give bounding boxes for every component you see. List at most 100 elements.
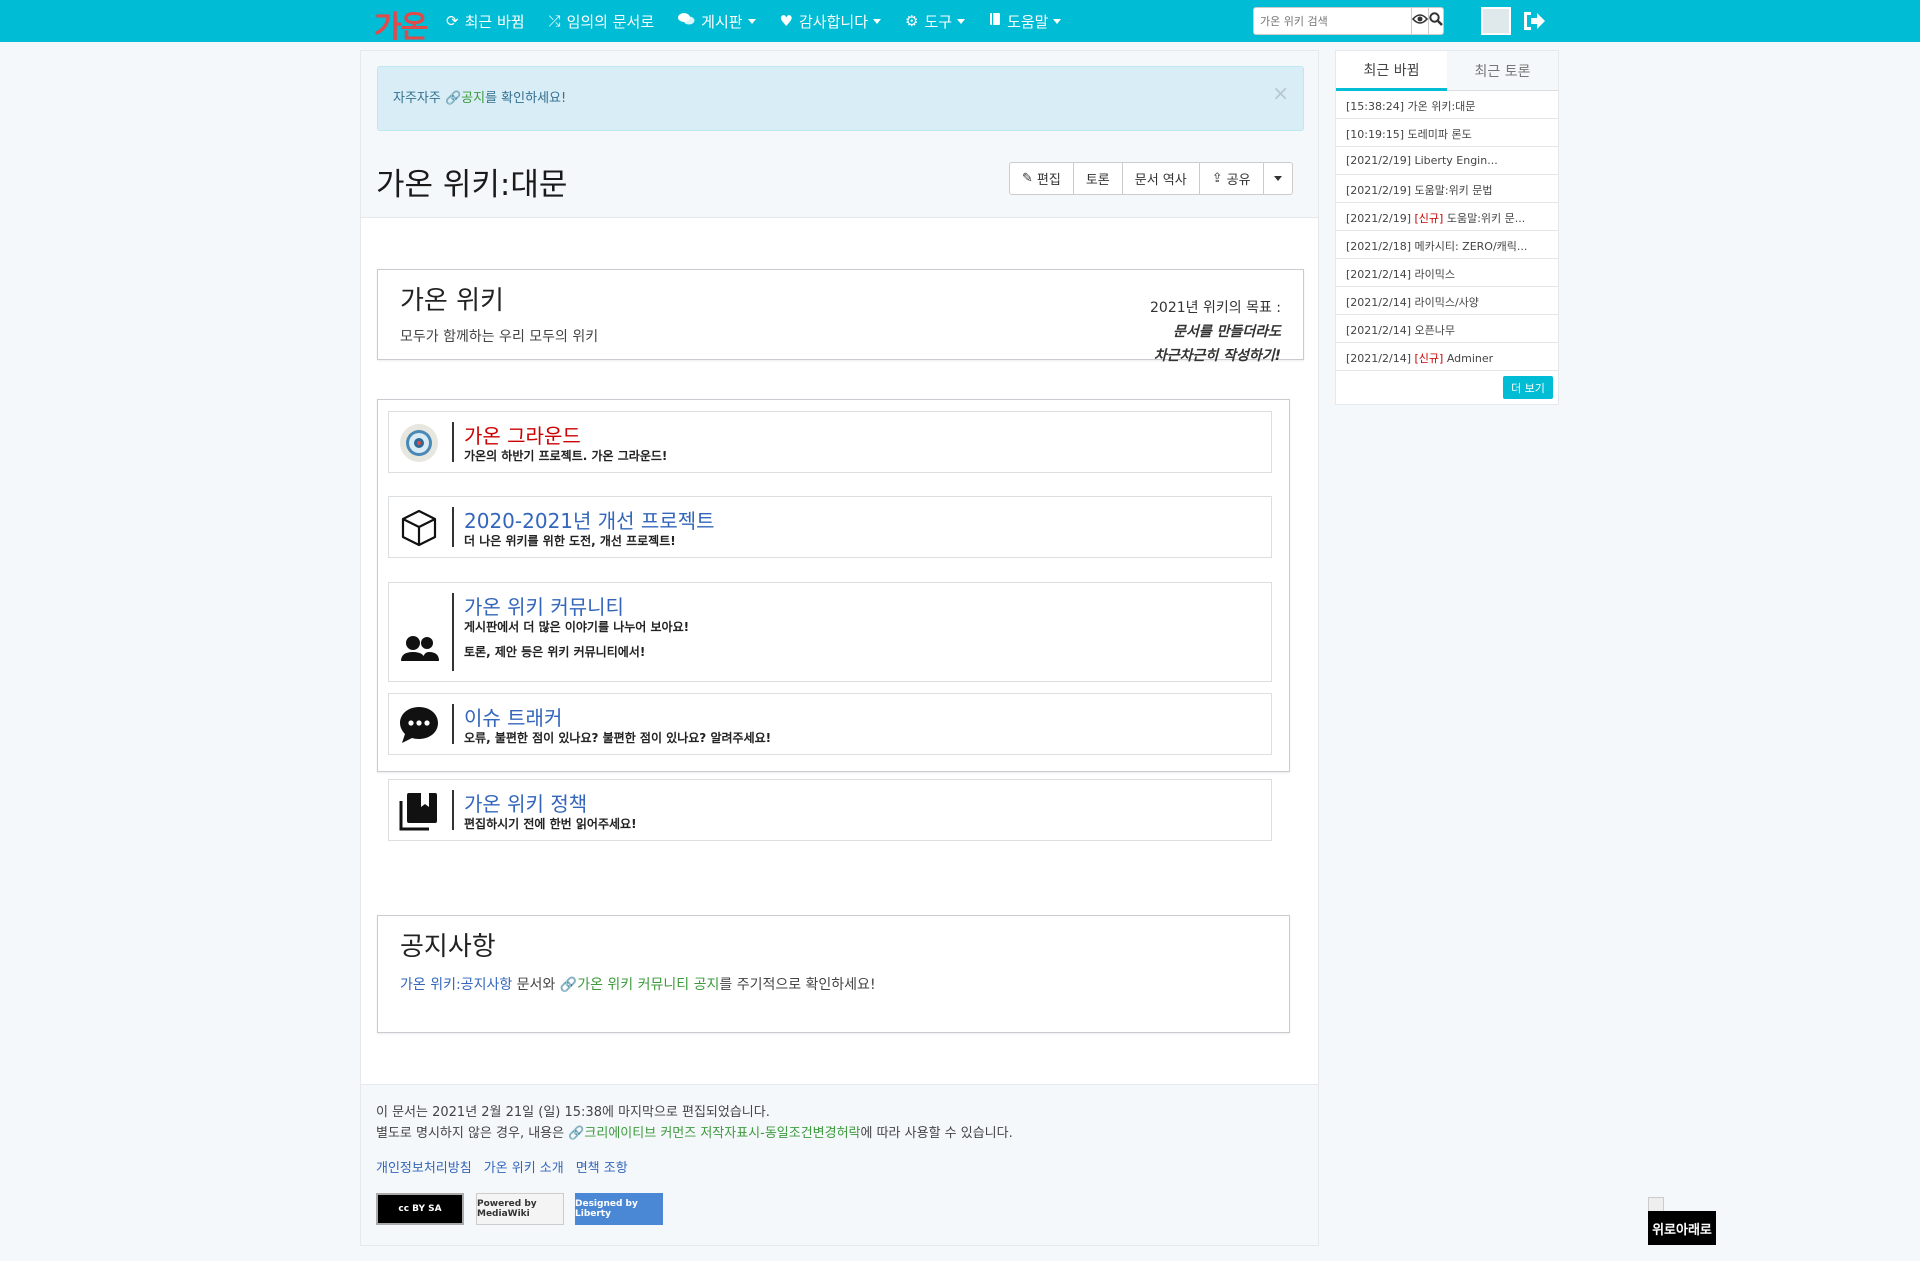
card-divider bbox=[452, 507, 454, 547]
nav-label: 최근 바뀜 bbox=[464, 12, 525, 31]
privacy-link[interactable]: 개인정보처리방침 bbox=[376, 1157, 472, 1176]
card-description: 오류, 불편한 점이 있나요? 불편한 점이 있나요? 알려주세요! bbox=[464, 731, 772, 745]
change-time: [2021/2/14] bbox=[1346, 324, 1411, 337]
change-title[interactable]: 메카시티: ZERO/캐릭... bbox=[1415, 240, 1528, 253]
change-time: [10:19:15] bbox=[1346, 128, 1404, 141]
community-notice-link[interactable]: 가온 위키 커뮤니티 공지 bbox=[577, 977, 719, 993]
portal-card[interactable]: 가온 그라운드 가온의 하반기 프로젝트. 가온 그라운드! bbox=[388, 411, 1272, 473]
license-prefix: 별도로 명시하지 않은 경우, 내용은 bbox=[376, 1126, 569, 1141]
list-item[interactable]: [15:38:24] 가온 위키:대문 bbox=[1336, 91, 1558, 119]
nav-recent-changes[interactable]: ⟳ 최근 바뀜 bbox=[446, 11, 525, 32]
wiki-title: 가온 위키 bbox=[400, 286, 504, 316]
page-title: 가온 위키:대문 bbox=[376, 167, 568, 203]
notice-link[interactable]: 공지 bbox=[461, 91, 485, 106]
nav-board[interactable]: 게시판 bbox=[678, 11, 756, 32]
new-badge: [신규] bbox=[1414, 352, 1444, 365]
license-link[interactable]: 크리에이티브 커먼즈 저작자표시-동일조건변경허락 bbox=[584, 1126, 860, 1141]
nav-thanks[interactable]: ♥ 감사합니다 bbox=[779, 11, 882, 32]
go-button[interactable] bbox=[1411, 7, 1429, 35]
tab-recent-changes[interactable]: 최근 바뀜 bbox=[1336, 51, 1447, 91]
button-label: 문서 역사 bbox=[1134, 173, 1187, 188]
site-logo[interactable]: 가온 bbox=[374, 2, 428, 46]
list-item[interactable]: [2021/2/14] [신규] Adminer bbox=[1336, 343, 1558, 371]
card-divider bbox=[452, 593, 454, 671]
notice-paragraph: 가온 위키:공지사항 문서와 🔗가온 위키 커뮤니티 공지를 주기적으로 확인하… bbox=[400, 974, 876, 994]
page-footer: 이 문서는 2021년 2월 21일 (일) 15:38에 마지막으로 편집되었… bbox=[361, 1084, 1318, 1245]
scroll-top-bottom-button[interactable]: 위로아래로 bbox=[1648, 1211, 1716, 1245]
user-avatar[interactable] bbox=[1481, 7, 1511, 35]
change-title[interactable]: 라이믹스/사양 bbox=[1415, 296, 1479, 309]
share-button[interactable]: ⇪ 공유 bbox=[1200, 163, 1264, 194]
nav-tools[interactable]: ⚙ 도구 bbox=[905, 11, 966, 32]
notice-box: 공지사항 가온 위키:공지사항 문서와 🔗가온 위키 커뮤니티 공지를 주기적으… bbox=[377, 915, 1290, 1033]
change-time: [2021/2/18] bbox=[1346, 240, 1411, 253]
change-title[interactable]: 도움말:위키 문법 bbox=[1415, 184, 1493, 197]
link-icon: 🔗 bbox=[568, 1126, 585, 1141]
change-title[interactable]: 라이믹스 bbox=[1415, 268, 1455, 281]
button-label: 편집 bbox=[1036, 173, 1061, 188]
footer-links: 개인정보처리방침 가온 위키 소개 면책 조항 bbox=[376, 1157, 640, 1176]
discussion-button[interactable]: 토론 bbox=[1074, 163, 1123, 194]
book-icon bbox=[989, 12, 1001, 30]
list-item[interactable]: [2021/2/19] [신규] 도움말:위키 문... bbox=[1336, 203, 1558, 231]
change-title[interactable]: Liberty Engin... bbox=[1415, 154, 1498, 167]
login-icon[interactable] bbox=[1522, 10, 1546, 36]
portal-card[interactable]: 가온 위키 커뮤니티 게시판에서 더 많은 이야기를 나누어 보아요! 토론, … bbox=[388, 582, 1272, 682]
edit-button[interactable]: ✎ 편집 bbox=[1010, 163, 1074, 194]
nav-random-page[interactable]: ⤮ 임의의 문서로 bbox=[549, 11, 655, 32]
change-time: [2021/2/14] bbox=[1346, 268, 1411, 281]
change-title[interactable]: 가온 위키:대문 bbox=[1408, 100, 1476, 113]
notice-text: 문서와 bbox=[512, 977, 560, 993]
nav-label: 도구 bbox=[924, 12, 953, 31]
badge-label: cc BY SA bbox=[398, 1204, 442, 1214]
goal-label: 2021년 위키의 목표 : bbox=[1150, 300, 1281, 316]
edit-icon: ✎ bbox=[1022, 171, 1033, 186]
list-item[interactable]: [2021/2/14] 라이믹스 bbox=[1336, 259, 1558, 287]
history-button[interactable]: 문서 역사 bbox=[1123, 163, 1200, 194]
disclaimer-link[interactable]: 면책 조항 bbox=[576, 1157, 628, 1176]
list-item[interactable]: [2021/2/18] 메카시티: ZERO/캐릭... bbox=[1336, 231, 1558, 259]
chevron-down-icon bbox=[1273, 176, 1282, 181]
list-item[interactable]: [2021/2/19] 도움말:위키 문법 bbox=[1336, 175, 1558, 203]
tab-recent-discussions[interactable]: 최근 토론 bbox=[1447, 51, 1558, 91]
chevron-down-icon bbox=[873, 18, 882, 24]
article-container: 자주자주 🔗공지를 확인하세요! × 가온 위키:대문 ✎ 편집 토론 문서 역… bbox=[360, 50, 1319, 1246]
goal-line: 문서를 만들더라도 bbox=[1173, 324, 1281, 340]
bookmark-books-icon bbox=[399, 791, 439, 831]
more-button[interactable]: 더 보기 bbox=[1503, 376, 1553, 399]
heart-icon: ♥ bbox=[779, 12, 793, 30]
change-time: [2021/2/19] bbox=[1346, 184, 1411, 197]
site-notice: 자주자주 🔗공지를 확인하세요! × bbox=[377, 66, 1304, 131]
change-title[interactable]: 도레미파 론도 bbox=[1408, 128, 1472, 141]
list-item[interactable]: [2021/2/14] 라이믹스/사양 bbox=[1336, 287, 1558, 315]
portal-card[interactable]: 가온 위키 정책 편집하시기 전에 한번 읽어주세요! bbox=[388, 779, 1272, 841]
link-icon: 🔗 bbox=[444, 91, 462, 106]
change-title[interactable]: 도움말:위키 문... bbox=[1447, 212, 1525, 225]
search-button[interactable] bbox=[1429, 7, 1444, 35]
badge-label: Designed by Liberty bbox=[575, 1199, 638, 1219]
more-actions-button[interactable] bbox=[1264, 163, 1292, 194]
nav-help[interactable]: 도움말 bbox=[989, 11, 1062, 32]
badge-label: Powered by MediaWiki bbox=[477, 1199, 537, 1219]
notice-page-link[interactable]: 가온 위키:공지사항 bbox=[400, 977, 512, 993]
chat-bubble-icon bbox=[399, 705, 439, 745]
list-item[interactable]: [2021/2/19] Liberty Engin... bbox=[1336, 147, 1558, 175]
search-input[interactable] bbox=[1253, 7, 1412, 35]
list-item[interactable]: [10:19:15] 도레미파 론도 bbox=[1336, 119, 1558, 147]
top-navbar: 가온 ⟳ 최근 바뀜 ⤮ 임의의 문서로 게시판 ♥ 감사합니다 ⚙ 도구 도움… bbox=[0, 0, 1920, 45]
portal-card[interactable]: 2020-2021년 개선 프로젝트 더 나은 위키를 위한 도전, 개선 프로… bbox=[388, 496, 1272, 558]
mediawiki-badge[interactable]: Powered by MediaWiki bbox=[476, 1193, 564, 1225]
card-description: 게시판에서 더 많은 이야기를 나누어 보아요! bbox=[464, 620, 690, 634]
portal-card[interactable]: 이슈 트래커 오류, 불편한 점이 있나요? 불편한 점이 있나요? 알려주세요… bbox=[388, 693, 1272, 755]
card-description: 편집하시기 전에 한번 읽어주세요! bbox=[464, 817, 637, 831]
close-icon[interactable]: × bbox=[1272, 81, 1289, 105]
change-title[interactable]: Adminer bbox=[1447, 352, 1493, 365]
list-item[interactable]: [2021/2/14] 오픈나무 bbox=[1336, 315, 1558, 343]
about-link[interactable]: 가온 위키 소개 bbox=[484, 1157, 564, 1176]
link-icon: 🔗 bbox=[559, 977, 578, 993]
cc-license-badge[interactable]: cc BY SA bbox=[376, 1193, 464, 1225]
comments-icon bbox=[678, 12, 695, 30]
change-title[interactable]: 오픈나무 bbox=[1415, 324, 1455, 337]
liberty-badge[interactable]: Designed by Liberty bbox=[575, 1193, 663, 1225]
users-icon bbox=[399, 633, 439, 673]
